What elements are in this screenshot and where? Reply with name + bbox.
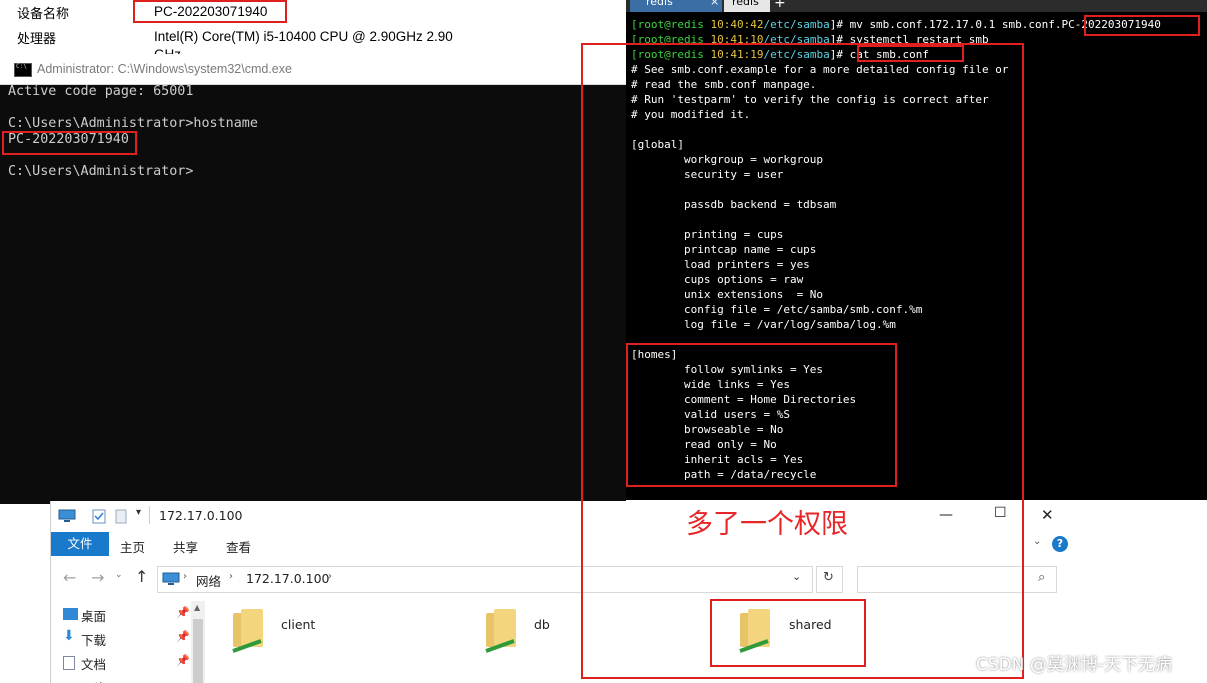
search-icon: ⌕ — [1038, 570, 1046, 585]
sidebar-label: 桌面 — [81, 609, 107, 624]
cmd-app-icon — [14, 63, 32, 77]
processor-value: Intel(R) Core(TM) i5-10400 CPU @ 2.90GHz… — [154, 29, 453, 44]
ribbon-tab-view[interactable]: 查看 — [226, 537, 251, 556]
terminal-tabbar: redis × redis + — [626, 0, 1207, 12]
help-icon[interactable]: ? — [1052, 536, 1068, 552]
address-host-segment[interactable]: 172.17.0.100 — [246, 571, 330, 586]
chevron-right-icon[interactable]: › — [328, 571, 332, 582]
folder-name: db — [534, 617, 550, 632]
terminal-cmd-mv: [root@redis 10:40:42/etc/samba]# mv smb.… — [631, 17, 1161, 32]
shared-folder-icon — [232, 609, 263, 653]
network-share-icon — [485, 639, 515, 653]
highlight-hostname-output — [2, 131, 137, 155]
cmd-titlebar[interactable]: Administrator: C:\Windows\system32\cmd.e… — [0, 54, 626, 85]
cmd-line[interactable]: C:\Users\Administrator> — [8, 164, 193, 179]
network-icon — [162, 572, 180, 585]
document-icon — [63, 656, 75, 670]
ribbon-tab-share[interactable]: 共享 — [173, 537, 198, 556]
prompt-user: [root@redis — [631, 18, 711, 31]
explorer-title: 172.17.0.100 — [159, 508, 243, 523]
download-icon: ⬇ — [63, 628, 75, 644]
highlight-terminal-hostname — [1084, 15, 1200, 36]
chevron-right-icon[interactable]: › — [229, 571, 233, 582]
cmd-window: Administrator: C:\Windows\system32\cmd.e… — [0, 54, 626, 504]
highlight-device-name — [133, 0, 287, 23]
title-divider — [149, 506, 150, 524]
computer-icon — [58, 509, 76, 522]
sidebar-item-desktop[interactable]: 桌面 — [63, 606, 107, 625]
shared-folder-icon — [485, 609, 516, 653]
back-arrow-icon[interactable]: ← — [63, 568, 76, 587]
cmd-line: C:\Users\Administrator>hostname — [8, 116, 258, 131]
pin-icon[interactable]: 📌 — [176, 606, 190, 619]
new-tab-icon[interactable]: + — [774, 0, 786, 11]
processor-value-cont: GHz — [154, 47, 181, 54]
scrollbar-thumb[interactable] — [193, 619, 203, 683]
annotation-text: 多了一个权限 — [686, 509, 848, 540]
properties-icon[interactable] — [92, 509, 106, 524]
recent-locations-icon[interactable]: ⌄ — [115, 570, 123, 580]
terminal-tab-second[interactable]: redis — [724, 0, 770, 12]
prompt-time: 10:40:42 — [710, 18, 764, 31]
processor-label: 处理器 — [17, 32, 57, 47]
terminal-tab-active[interactable]: redis × — [630, 0, 722, 12]
system-info-panel: 设备名称 PC-202203071940 处理器 Intel(R) Core(T… — [0, 0, 626, 60]
sidebar-label: 文档 — [81, 657, 107, 672]
sidebar-label: 下载 — [81, 633, 107, 648]
sidebar-scrollbar[interactable]: ▲ — [191, 601, 205, 683]
pin-icon[interactable]: 📌 — [176, 630, 190, 643]
up-arrow-icon[interactable]: ↑ — [135, 567, 148, 586]
watermark: CSDN @莫渊博-天下无病 — [976, 655, 1173, 675]
cmd-title: Administrator: C:\Windows\system32\cmd.e… — [37, 62, 292, 76]
address-network-segment[interactable]: 网络 — [196, 571, 221, 590]
close-button[interactable]: ✕ — [1041, 506, 1054, 524]
terminal-tab2-label: redis — [732, 0, 759, 8]
pin-icon[interactable]: 📌 — [176, 654, 190, 667]
prompt-path: /etc/samba — [763, 18, 830, 31]
sidebar-item-downloads[interactable]: ⬇ 下载 — [63, 628, 107, 649]
folder-name: client — [281, 617, 316, 632]
ribbon-tab-home[interactable]: 主页 — [120, 537, 145, 556]
chevron-right-icon[interactable]: › — [183, 571, 187, 582]
desktop-icon — [63, 608, 78, 620]
ribbon-tab-file[interactable]: 文件 — [51, 532, 109, 556]
network-share-icon — [232, 639, 262, 653]
new-folder-icon[interactable] — [115, 509, 127, 524]
navigation-pane: 桌面 ⬇ 下载 文档 图片 📌 📌 📌 ▲ — [51, 601, 211, 683]
terminal-tab-close-icon[interactable]: × — [710, 0, 719, 8]
highlight-shared-folder — [710, 599, 866, 667]
device-name-label: 设备名称 — [17, 7, 70, 22]
ribbon-expand-icon[interactable]: ⌄ — [1033, 536, 1041, 547]
highlight-config-region — [581, 43, 1024, 679]
quick-access-dropdown-icon[interactable]: ▾ — [136, 507, 141, 518]
cmd-line: Active code page: 65001 — [8, 84, 194, 99]
terminal-tab-label: redis — [646, 0, 673, 8]
scroll-up-icon[interactable]: ▲ — [194, 603, 200, 612]
forward-arrow-icon[interactable]: → — [91, 568, 104, 587]
sidebar-item-documents[interactable]: 文档 — [63, 654, 107, 673]
cmd-text: ]# mv smb.conf.172.17.0.1 smb.conf. — [829, 18, 1062, 31]
sidebar-item-pictures[interactable]: 图片 — [81, 678, 106, 683]
